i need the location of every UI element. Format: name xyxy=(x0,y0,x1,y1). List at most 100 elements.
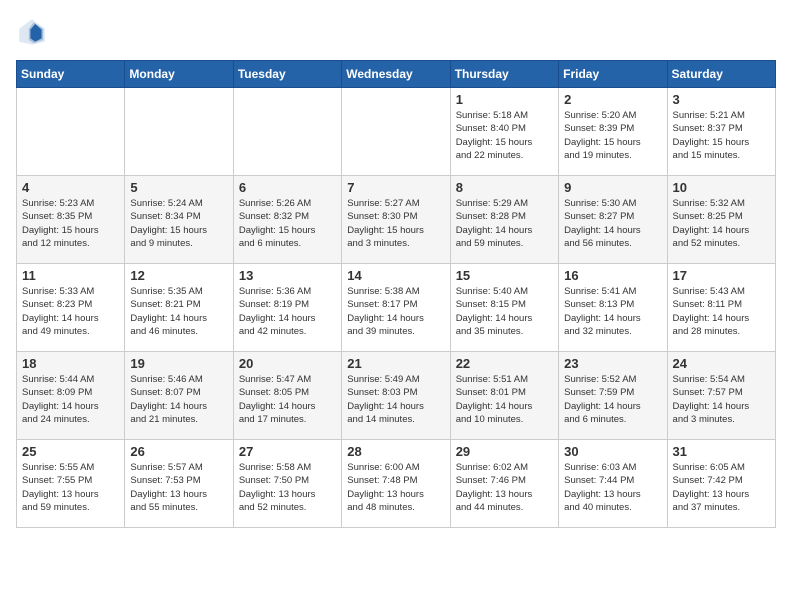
calendar-cell: 3 Sunrise: 5:21 AM Sunset: 8:37 PM Daylig… xyxy=(667,88,775,176)
day-number: 3 xyxy=(673,92,770,107)
day-number: 1 xyxy=(456,92,553,107)
day-number: 28 xyxy=(347,444,444,459)
day-info: Sunrise: 5:52 AM Sunset: 7:59 PM Dayligh… xyxy=(564,373,661,426)
calendar-cell: 20 Sunrise: 5:47 AM Sunset: 8:05 PM Dayli… xyxy=(233,352,341,440)
calendar-cell: 14 Sunrise: 5:38 AM Sunset: 8:17 PM Dayli… xyxy=(342,264,450,352)
day-info: Sunrise: 5:38 AM Sunset: 8:17 PM Dayligh… xyxy=(347,285,444,338)
calendar-cell: 23 Sunrise: 5:52 AM Sunset: 7:59 PM Dayli… xyxy=(559,352,667,440)
calendar-cell: 19 Sunrise: 5:46 AM Sunset: 8:07 PM Dayli… xyxy=(125,352,233,440)
day-number: 2 xyxy=(564,92,661,107)
day-info: Sunrise: 5:33 AM Sunset: 8:23 PM Dayligh… xyxy=(22,285,119,338)
header-day: Wednesday xyxy=(342,61,450,88)
day-number: 22 xyxy=(456,356,553,371)
day-info: Sunrise: 5:26 AM Sunset: 8:32 PM Dayligh… xyxy=(239,197,336,250)
day-info: Sunrise: 5:54 AM Sunset: 7:57 PM Dayligh… xyxy=(673,373,770,426)
header-day: Saturday xyxy=(667,61,775,88)
day-number: 31 xyxy=(673,444,770,459)
calendar-cell: 12 Sunrise: 5:35 AM Sunset: 8:21 PM Dayli… xyxy=(125,264,233,352)
day-number: 11 xyxy=(22,268,119,283)
day-number: 20 xyxy=(239,356,336,371)
day-info: Sunrise: 5:41 AM Sunset: 8:13 PM Dayligh… xyxy=(564,285,661,338)
calendar-cell xyxy=(342,88,450,176)
day-number: 25 xyxy=(22,444,119,459)
calendar-cell: 5 Sunrise: 5:24 AM Sunset: 8:34 PM Daylig… xyxy=(125,176,233,264)
day-number: 7 xyxy=(347,180,444,195)
calendar-table: SundayMondayTuesdayWednesdayThursdayFrid… xyxy=(16,60,776,528)
calendar-cell: 6 Sunrise: 5:26 AM Sunset: 8:32 PM Daylig… xyxy=(233,176,341,264)
day-info: Sunrise: 5:49 AM Sunset: 8:03 PM Dayligh… xyxy=(347,373,444,426)
calendar-cell: 13Sunrise: 5:36 AM Sunset: 8:19 PM Dayli… xyxy=(233,264,341,352)
day-info: Sunrise: 5:57 AM Sunset: 7:53 PM Dayligh… xyxy=(130,461,227,514)
header-day: Friday xyxy=(559,61,667,88)
logo-icon xyxy=(16,16,48,48)
day-info: Sunrise: 6:00 AM Sunset: 7:48 PM Dayligh… xyxy=(347,461,444,514)
day-number: 23 xyxy=(564,356,661,371)
day-info: Sunrise: 5:36 AM Sunset: 8:19 PM Dayligh… xyxy=(239,285,336,338)
calendar-cell: 2 Sunrise: 5:20 AM Sunset: 8:39 PM Daylig… xyxy=(559,88,667,176)
day-number: 24 xyxy=(673,356,770,371)
day-info: Sunrise: 6:05 AM Sunset: 7:42 PM Dayligh… xyxy=(673,461,770,514)
day-number: 19 xyxy=(130,356,227,371)
day-info: Sunrise: 6:03 AM Sunset: 7:44 PM Dayligh… xyxy=(564,461,661,514)
day-number: 8 xyxy=(456,180,553,195)
calendar-cell: 16Sunrise: 5:41 AM Sunset: 8:13 PM Dayli… xyxy=(559,264,667,352)
calendar-cell: 18 Sunrise: 5:44 AM Sunset: 8:09 PM Dayli… xyxy=(17,352,125,440)
calendar-cell xyxy=(233,88,341,176)
day-info: Sunrise: 5:27 AM Sunset: 8:30 PM Dayligh… xyxy=(347,197,444,250)
day-number: 18 xyxy=(22,356,119,371)
calendar-cell: 31 Sunrise: 6:05 AM Sunset: 7:42 PM Dayli… xyxy=(667,440,775,528)
calendar-cell: 8 Sunrise: 5:29 AM Sunset: 8:28 PM Daylig… xyxy=(450,176,558,264)
day-number: 10 xyxy=(673,180,770,195)
header-day: Tuesday xyxy=(233,61,341,88)
calendar-cell: 26Sunrise: 5:57 AM Sunset: 7:53 PM Dayli… xyxy=(125,440,233,528)
day-number: 27 xyxy=(239,444,336,459)
day-info: Sunrise: 5:51 AM Sunset: 8:01 PM Dayligh… xyxy=(456,373,553,426)
day-number: 29 xyxy=(456,444,553,459)
calendar-cell xyxy=(17,88,125,176)
day-info: Sunrise: 5:20 AM Sunset: 8:39 PM Dayligh… xyxy=(564,109,661,162)
calendar-cell: 17 Sunrise: 5:43 AM Sunset: 8:11 PM Dayli… xyxy=(667,264,775,352)
day-info: Sunrise: 5:44 AM Sunset: 8:09 PM Dayligh… xyxy=(22,373,119,426)
day-number: 14 xyxy=(347,268,444,283)
day-number: 4 xyxy=(22,180,119,195)
day-number: 17 xyxy=(673,268,770,283)
day-info: Sunrise: 5:58 AM Sunset: 7:50 PM Dayligh… xyxy=(239,461,336,514)
calendar-cell: 21 Sunrise: 5:49 AM Sunset: 8:03 PM Dayli… xyxy=(342,352,450,440)
calendar-cell: 9 Sunrise: 5:30 AM Sunset: 8:27 PM Daylig… xyxy=(559,176,667,264)
calendar-cell: 11 Sunrise: 5:33 AM Sunset: 8:23 PM Dayli… xyxy=(17,264,125,352)
calendar-week: 1 Sunrise: 5:18 AM Sunset: 8:40 PM Daylig… xyxy=(17,88,776,176)
calendar-cell: 24 Sunrise: 5:54 AM Sunset: 7:57 PM Dayli… xyxy=(667,352,775,440)
day-info: Sunrise: 5:55 AM Sunset: 7:55 PM Dayligh… xyxy=(22,461,119,514)
calendar-cell: 4Sunrise: 5:23 AM Sunset: 8:35 PM Daylig… xyxy=(17,176,125,264)
header-row: SundayMondayTuesdayWednesdayThursdayFrid… xyxy=(17,61,776,88)
calendar-cell: 29 Sunrise: 6:02 AM Sunset: 7:46 PM Dayli… xyxy=(450,440,558,528)
day-info: Sunrise: 5:35 AM Sunset: 8:21 PM Dayligh… xyxy=(130,285,227,338)
day-number: 21 xyxy=(347,356,444,371)
calendar-cell: 30 Sunrise: 6:03 AM Sunset: 7:44 PM Dayli… xyxy=(559,440,667,528)
day-number: 30 xyxy=(564,444,661,459)
day-info: Sunrise: 6:02 AM Sunset: 7:46 PM Dayligh… xyxy=(456,461,553,514)
day-number: 6 xyxy=(239,180,336,195)
day-info: Sunrise: 5:30 AM Sunset: 8:27 PM Dayligh… xyxy=(564,197,661,250)
day-info: Sunrise: 5:29 AM Sunset: 8:28 PM Dayligh… xyxy=(456,197,553,250)
logo xyxy=(16,16,52,48)
calendar-week: 11 Sunrise: 5:33 AM Sunset: 8:23 PM Dayli… xyxy=(17,264,776,352)
header-day: Thursday xyxy=(450,61,558,88)
day-number: 5 xyxy=(130,180,227,195)
day-info: Sunrise: 5:18 AM Sunset: 8:40 PM Dayligh… xyxy=(456,109,553,162)
calendar-cell: 7 Sunrise: 5:27 AM Sunset: 8:30 PM Daylig… xyxy=(342,176,450,264)
day-info: Sunrise: 5:47 AM Sunset: 8:05 PM Dayligh… xyxy=(239,373,336,426)
day-info: Sunrise: 5:21 AM Sunset: 8:37 PM Dayligh… xyxy=(673,109,770,162)
calendar-week: 25 Sunrise: 5:55 AM Sunset: 7:55 PM Dayli… xyxy=(17,440,776,528)
day-number: 12 xyxy=(130,268,227,283)
day-number: 9 xyxy=(564,180,661,195)
header-day: Sunday xyxy=(17,61,125,88)
day-info: Sunrise: 5:43 AM Sunset: 8:11 PM Dayligh… xyxy=(673,285,770,338)
day-info: Sunrise: 5:24 AM Sunset: 8:34 PM Dayligh… xyxy=(130,197,227,250)
calendar-week: 4Sunrise: 5:23 AM Sunset: 8:35 PM Daylig… xyxy=(17,176,776,264)
day-number: 15 xyxy=(456,268,553,283)
calendar-cell: 10 Sunrise: 5:32 AM Sunset: 8:25 PM Dayli… xyxy=(667,176,775,264)
day-info: Sunrise: 5:32 AM Sunset: 8:25 PM Dayligh… xyxy=(673,197,770,250)
calendar-cell: 27 Sunrise: 5:58 AM Sunset: 7:50 PM Dayli… xyxy=(233,440,341,528)
day-info: Sunrise: 5:46 AM Sunset: 8:07 PM Dayligh… xyxy=(130,373,227,426)
